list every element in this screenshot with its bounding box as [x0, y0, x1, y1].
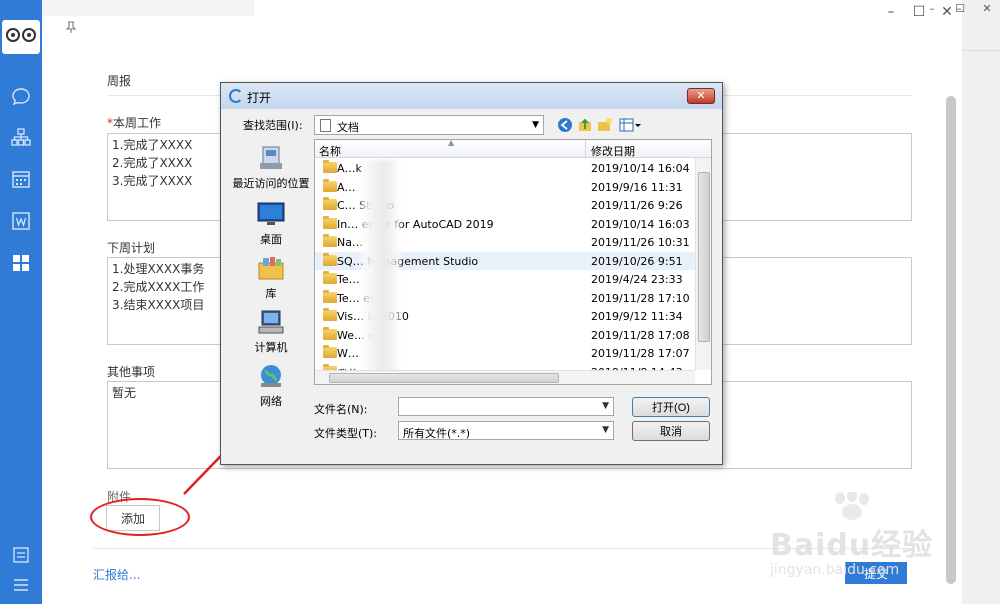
network-globe-icon — [261, 365, 281, 387]
up-folder-icon[interactable] — [577, 117, 593, 133]
word-doc-icon[interactable] — [10, 210, 32, 232]
dialog-title: 打开 — [247, 91, 272, 105]
file-list-vscroll[interactable] — [695, 158, 711, 370]
file-list-hscroll[interactable] — [315, 370, 695, 384]
right-pane: – — [956, 0, 1000, 604]
back-icon[interactable] — [557, 117, 573, 133]
file-name-label: 文件名(N): — [314, 403, 368, 416]
watermark-text: Baidu经验 — [770, 528, 934, 563]
folder-icon — [323, 215, 337, 229]
sort-arrow-icon: ▲ — [448, 139, 455, 147]
owl-logo-icon[interactable] — [2, 20, 40, 54]
other-label: 其他事项 — [107, 365, 156, 379]
place-network[interactable]: 网络 — [231, 363, 311, 409]
minimize-icon[interactable]: – — [876, 0, 906, 24]
chat-icon[interactable] — [10, 86, 32, 108]
settings-sliders-icon[interactable] — [10, 544, 32, 566]
watermark-url: jingyan.baidu.com — [770, 562, 900, 578]
folder-icon — [323, 271, 337, 284]
refresh-icon — [229, 89, 243, 103]
library-icon — [258, 257, 284, 280]
folder-icon — [323, 160, 337, 173]
form-scrollbar[interactable] — [946, 96, 956, 584]
view-menu-icon[interactable] — [619, 117, 641, 133]
org-chart-icon[interactable] — [10, 126, 32, 148]
file-type-label: 文件类型(T): — [314, 427, 378, 440]
folder-icon — [323, 197, 337, 210]
menu-icon[interactable] — [10, 574, 32, 596]
apps-grid-icon[interactable] — [10, 252, 32, 274]
open-button[interactable]: 打开(O) — [632, 397, 710, 417]
pin-icon[interactable] — [64, 20, 78, 34]
file-list: ▲ 名称 修改日期 A…k 2019/10/14 16:04 A… 2019/9/1… — [314, 139, 712, 385]
outer-minimize-icon-2[interactable]: – — [925, 2, 939, 16]
left-nav — [0, 0, 42, 604]
desktop-icon — [257, 202, 285, 225]
file-name-input[interactable]: ▼ — [398, 397, 614, 416]
folder-icon — [323, 345, 337, 358]
chevron-down-icon: ▼ — [602, 425, 609, 435]
cancel-button[interactable]: 取消 — [632, 421, 710, 441]
next-week-label: 下周计划 — [107, 241, 156, 255]
place-recent[interactable]: 最近访问的位置 — [231, 145, 311, 191]
chevron-down-icon: ▼ — [532, 120, 539, 130]
section-title: 周报 — [107, 74, 132, 88]
outer-close-icon[interactable]: ✕ — [980, 2, 994, 16]
place-computer[interactable]: 计算机 — [231, 309, 311, 355]
file-type-select[interactable]: 所有文件(*.*) ▼ — [398, 421, 614, 440]
redaction-blur — [361, 160, 401, 380]
folder-icon — [323, 308, 337, 321]
places-bar: 最近访问的位置 桌面 库 计算机 网络 — [231, 139, 311, 429]
document-icon — [320, 119, 331, 132]
look-in-combo[interactable]: 文档 ▼ — [314, 115, 544, 135]
chevron-down-icon[interactable]: ▼ — [602, 401, 609, 411]
this-week-label: *本周工作 — [107, 116, 162, 130]
place-desktop[interactable]: 桌面 — [231, 201, 311, 247]
new-folder-icon[interactable] — [597, 117, 613, 133]
folder-icon — [323, 252, 337, 266]
open-file-dialog: 打开 ✕ 查找范围(I): 文档 ▼ 最近访问的位置 桌面 库 计算机 网络 ▲… — [220, 82, 723, 465]
column-modified[interactable]: 修改日期 — [591, 143, 635, 159]
folder-icon — [323, 234, 337, 247]
annotation-ellipse — [90, 498, 190, 536]
column-name[interactable]: 名称 — [319, 143, 341, 159]
computer-icon — [258, 310, 284, 334]
dialog-close-button[interactable]: ✕ — [687, 88, 715, 104]
folder-icon — [323, 178, 337, 192]
report-to-link[interactable]: 汇报给... — [93, 566, 140, 583]
look-in-label: 查找范围(I): — [243, 119, 303, 132]
folder-icon — [323, 326, 337, 340]
dialog-titlebar[interactable]: 打开 ✕ — [221, 83, 722, 109]
recent-places-icon — [260, 146, 282, 169]
file-list-header: ▲ 名称 修改日期 — [315, 140, 711, 158]
outer-maximize-icon[interactable]: ☐ — [953, 2, 967, 16]
folder-icon — [323, 289, 337, 303]
place-library[interactable]: 库 — [231, 255, 311, 301]
calendar-icon[interactable] — [10, 168, 32, 190]
